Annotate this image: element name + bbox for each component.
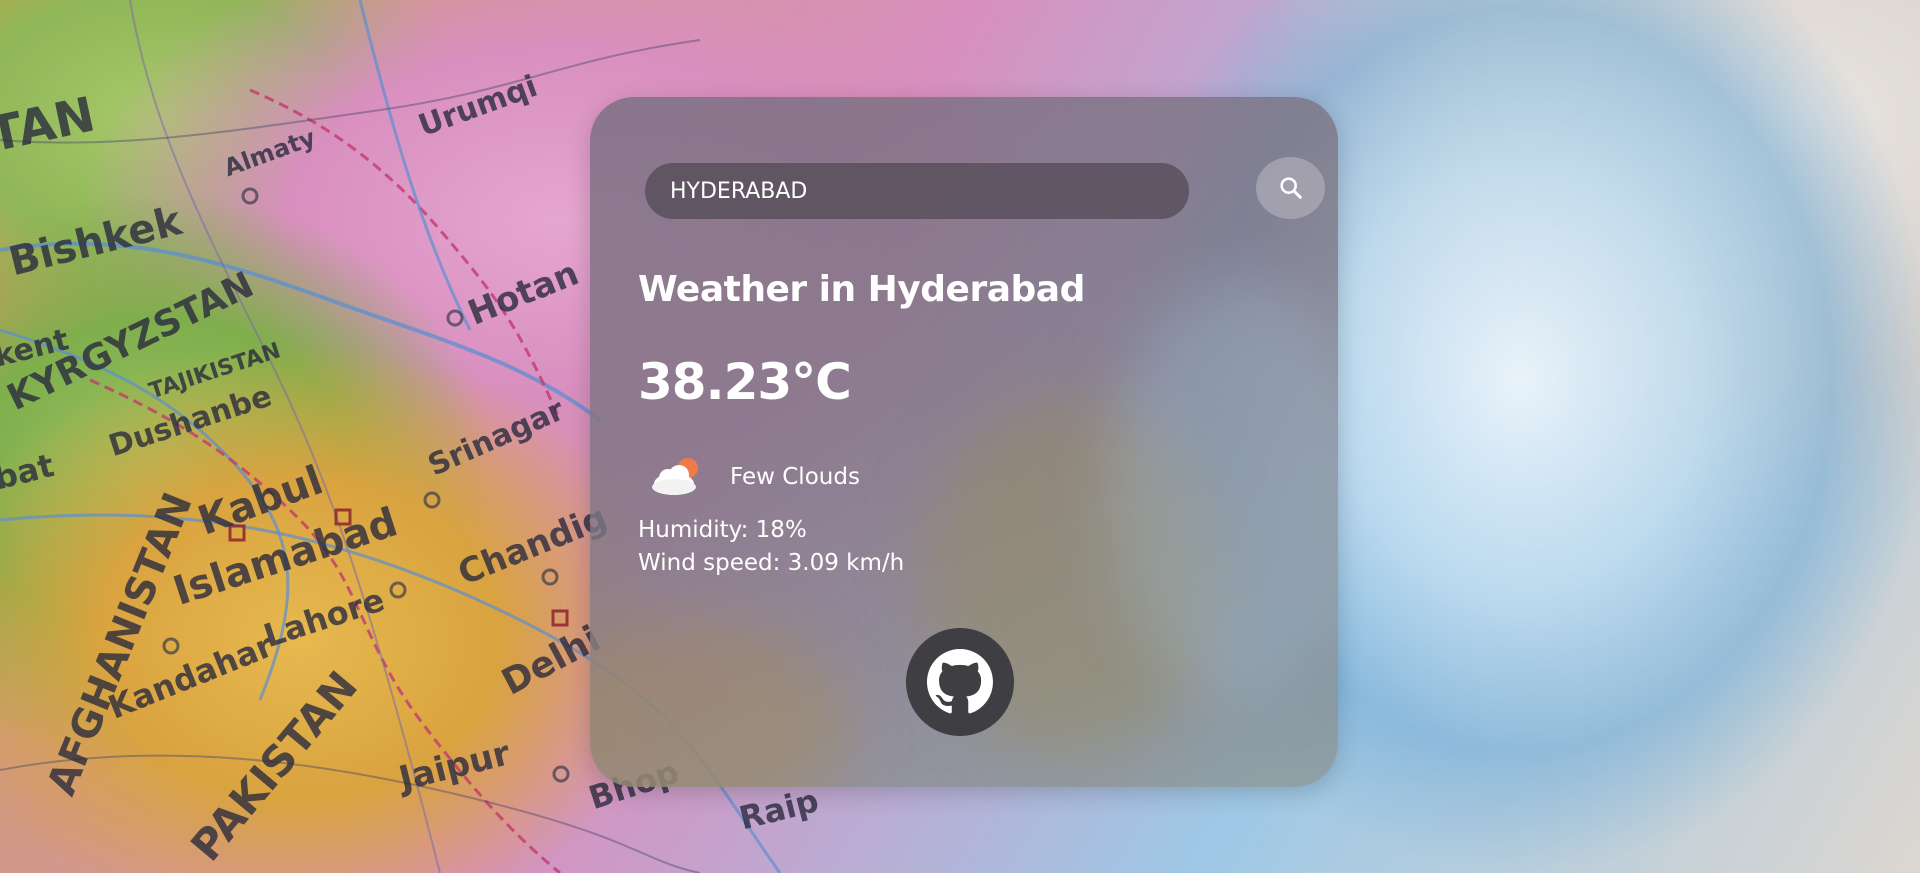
wind-speed-text: Wind speed: 3.09 km/h bbox=[638, 550, 905, 576]
condition-label: Few Clouds bbox=[730, 464, 860, 490]
city-search-input[interactable] bbox=[645, 163, 1189, 219]
card-backdrop-blur bbox=[590, 617, 850, 787]
search-bar bbox=[645, 157, 1325, 219]
search-button[interactable] bbox=[1256, 157, 1325, 219]
humidity-text: Humidity: 18% bbox=[638, 517, 807, 543]
few-clouds-icon bbox=[652, 458, 698, 495]
github-icon bbox=[927, 649, 993, 714]
temperature-value: 38.23°C bbox=[638, 353, 852, 411]
condition-row: Few Clouds bbox=[648, 447, 860, 507]
search-icon bbox=[1279, 177, 1302, 199]
weather-card: Weather in Hyderabad 38.23°C Few Clouds … bbox=[590, 97, 1338, 787]
github-link-button[interactable] bbox=[906, 628, 1014, 736]
weather-title: Weather in Hyderabad bbox=[638, 269, 1085, 310]
